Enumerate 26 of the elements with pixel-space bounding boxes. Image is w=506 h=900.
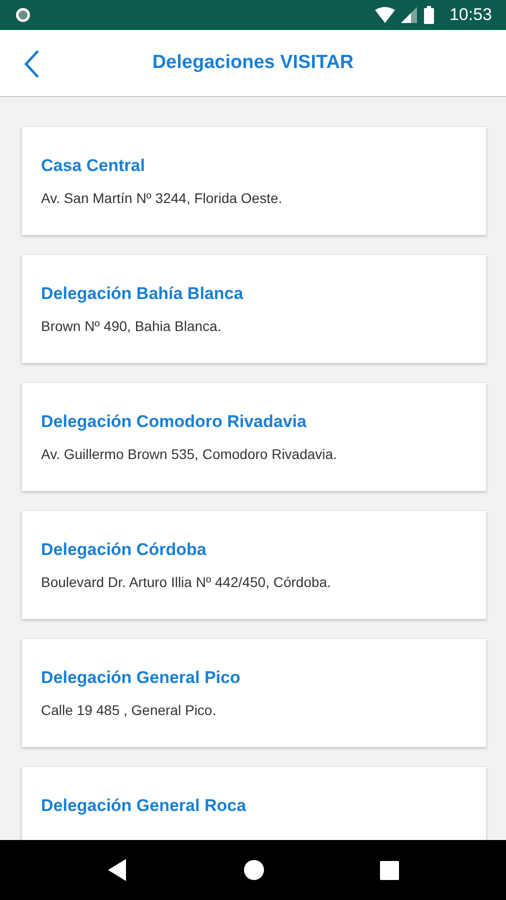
- delegation-name: Casa Central: [41, 156, 146, 176]
- clock-time: 10:53: [449, 5, 492, 25]
- delegation-card[interactable]: Delegación General Roca: [22, 767, 486, 840]
- delegation-name: Delegación Comodoro Rivadavia: [41, 412, 308, 432]
- home-button[interactable]: [242, 859, 264, 881]
- wifi-icon: [375, 7, 396, 23]
- delegation-card[interactable]: Delegación General Pico Calle 19 485 , General Pico.: [22, 639, 486, 747]
- signal-icon: [401, 7, 418, 23]
- recents-button[interactable]: [380, 860, 398, 880]
- delegation-address: Av. San Martín Nº 3244, Florida Oeste.: [41, 190, 284, 206]
- screen-title: Delegaciones VISITAR: [152, 52, 354, 74]
- delegation-card[interactable]: Delegación Córdoba Boulevard Dr. Arturo Illia Nº 442/450, Córdoba.: [22, 511, 486, 619]
- record-icon: [14, 6, 32, 24]
- delegation-address: Av. Guillermo Brown 535, Comodoro Rivadavia.: [41, 446, 338, 462]
- delegation-name: Delegación General Roca: [41, 796, 248, 816]
- delegation-card[interactable]: Delegación Comodoro Rivadavia Av. Guillermo Brown 535, Comodoro Rivadavia.: [22, 383, 486, 491]
- back-nav-button[interactable]: [108, 859, 128, 881]
- delegation-name: Delegación General Pico: [41, 668, 242, 688]
- delegation-name: Delegación Bahía Blanca: [41, 284, 244, 304]
- battery-icon: [423, 6, 436, 24]
- delegation-address: Boulevard Dr. Arturo Illia Nº 442/450, Córdoba.: [41, 574, 332, 590]
- delegation-address: Calle 19 485 , General Pico.: [41, 702, 218, 718]
- delegation-card[interactable]: Casa Central Av. San Martín Nº 3244, Florida Oeste.: [22, 127, 486, 235]
- delegation-address: Brown Nº 490, Bahia Blanca.: [41, 318, 222, 334]
- delegation-card[interactable]: Delegación Bahía Blanca Brown Nº 490, Bahia Blanca.: [22, 255, 486, 363]
- delegation-name: Delegación Córdoba: [41, 540, 208, 560]
